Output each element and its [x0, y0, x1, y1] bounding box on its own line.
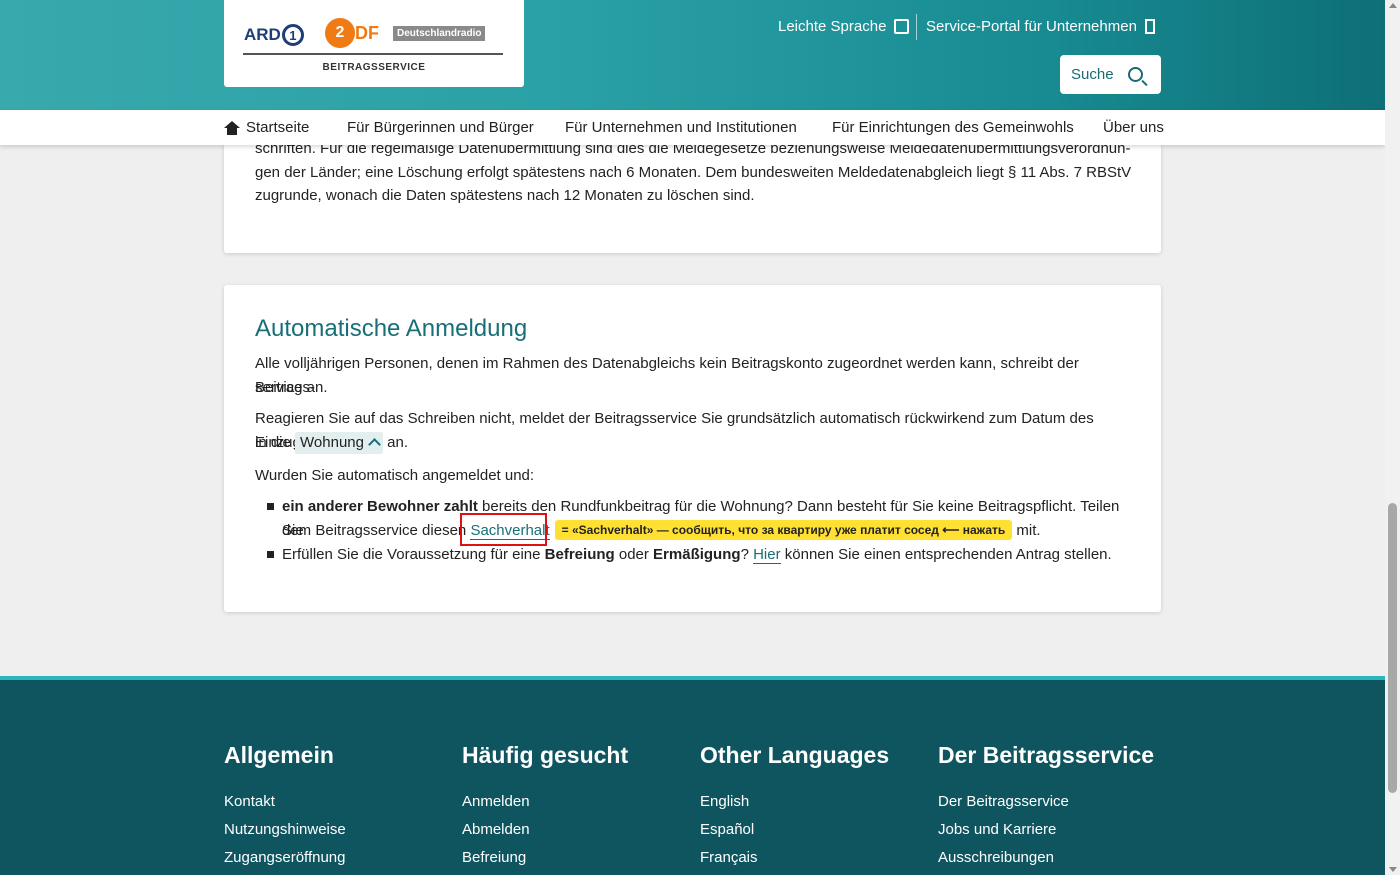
zdf-logo-text: DF [355, 22, 379, 43]
ard-logo-text: ARD [244, 25, 281, 44]
chevron-up-icon [368, 438, 381, 451]
paragraph-1-line-2: service an. [255, 379, 328, 396]
bullet-2-post: können Sie einen entsprechenden Antrag s… [780, 546, 1112, 563]
footer-link-zugangseroeffnung[interactable]: Zugangseröffnung [224, 844, 346, 872]
search-button[interactable]: Suche [1060, 55, 1161, 94]
footer-link-kontakt[interactable]: Kontakt [224, 788, 346, 816]
footer-column-der-beitragsservice: Der Beitragsservice Der Beitragsservice … [938, 742, 1154, 872]
bullet-marker [267, 503, 274, 510]
ard-logo-mark: 1 [281, 24, 304, 46]
page-scrollbar[interactable] [1385, 0, 1400, 875]
footer-link-espanol[interactable]: Español [700, 816, 889, 844]
annotation-note: = «Sachverhalt» — сообщить, что за кварт… [554, 520, 1013, 540]
card1-line-3: zugrunde, wonach die Daten spätestens na… [255, 187, 755, 204]
main-nav: Startseite Für Bürgerinnen und Bürger Fü… [0, 110, 1385, 145]
site-header: ARD 1 2 DF Deutschlandradio BEITRAGSSERV… [0, 0, 1385, 110]
nav-item-label: Startseite [246, 119, 310, 136]
book-icon [894, 19, 910, 34]
footer-link-nutzungshinweise[interactable]: Nutzungshinweise [224, 816, 346, 844]
bullet-2-pre: Erfüllen Sie die Voraussetzung für eine [282, 546, 545, 563]
deutschlandradio-logo: Deutschlandradio [393, 26, 486, 41]
service-portal-link[interactable]: Service-Portal für Unternehmen [926, 18, 1155, 35]
footer-column-allgemein: Allgemein Kontakt Nutzungshinweise Zugan… [224, 742, 346, 872]
paragraph-3: Wurden Sie automatisch angemeldet und: [255, 467, 535, 484]
search-label: Suche [1071, 66, 1114, 83]
content-card-automatische-anmeldung: Automatische Anmeldung Alle volljährigen… [224, 285, 1161, 612]
zdf-logo: 2 DF [325, 18, 379, 48]
nav-item-unternehmen[interactable]: Für Unternehmen und Institutionen [565, 119, 797, 136]
paragraph-2-line-2: in die Wohnung an. [255, 431, 1135, 455]
card1-line-2: gen der Länder; eine Löschung erfolgt sp… [255, 164, 1132, 181]
scroll-up-arrow-icon[interactable] [1389, 3, 1397, 8]
leichte-sprache-label: Leichte Sprache [778, 18, 887, 35]
nav-item-buerger[interactable]: Für Bürgerinnen und Bürger [347, 119, 534, 136]
footer-heading: Allgemein [224, 742, 334, 768]
home-icon [224, 120, 240, 135]
bullet-1-line-2: dem Beitragsservice diesen Sachverhalt = … [282, 519, 1142, 543]
footer-column-other-languages: Other Languages English Español Français [700, 742, 889, 872]
scroll-down-arrow-icon[interactable] [1389, 867, 1397, 872]
footer-link-befreiung[interactable]: Befreiung [462, 844, 628, 872]
site-logo[interactable]: ARD 1 2 DF Deutschlandradio BEITRAGSSERV… [224, 0, 524, 87]
scrollbar-thumb[interactable] [1388, 503, 1397, 793]
site-footer: Allgemein Kontakt Nutzungshinweise Zugan… [0, 676, 1385, 875]
page: ARD 1 2 DF Deutschlandradio BEITRAGSSERV… [0, 0, 1385, 875]
footer-heading: Der Beitragsservice [938, 742, 1155, 768]
highlight-box [460, 513, 547, 546]
glossary-chip-label: Wohnung [300, 434, 364, 451]
footer-heading: Häufig gesucht [462, 742, 629, 768]
section-heading: Automatische Anmeldung [255, 315, 528, 342]
bullet-2-question: ? [740, 546, 754, 563]
footer-link-anmelden[interactable]: Anmelden [462, 788, 628, 816]
bullet-1-bold: ein anderer Bewohner zahlt [282, 498, 478, 515]
bullet-2-ermaessigung: Ermäßigung [653, 546, 741, 563]
hier-link[interactable]: Hier [753, 546, 781, 564]
footer-link-francais[interactable]: Français [700, 844, 889, 872]
door-icon [1144, 19, 1155, 34]
paragraph-2-pre: in die [255, 434, 291, 451]
glossary-chip-wohnung[interactable]: Wohnung [295, 432, 383, 454]
footer-link-jobs[interactable]: Jobs und Karriere [938, 816, 1154, 844]
footer-heading: Other Languages [700, 742, 890, 768]
service-portal-label: Service-Portal für Unternehmen [926, 18, 1137, 35]
bullet-2: Erfüllen Sie die Voraussetzung für eine … [282, 543, 1142, 567]
ard-logo: ARD 1 [244, 24, 304, 46]
footer-link-english[interactable]: English [700, 788, 889, 816]
logo-divider [243, 53, 503, 55]
zdf-logo-mark: 2 [325, 18, 355, 48]
bullet-1-line-2-pre: dem Beitragsservice diesen [282, 522, 471, 539]
nav-item-ueber-uns[interactable]: Über uns [1103, 119, 1164, 136]
search-icon [1127, 67, 1143, 82]
leichte-sprache-link[interactable]: Leichte Sprache [778, 18, 910, 35]
footer-link-abmelden[interactable]: Abmelden [462, 816, 628, 844]
footer-link-ausschreibungen[interactable]: Ausschreibungen [938, 844, 1154, 872]
paragraph-2-post: an. [387, 434, 409, 451]
logo-subtitle: BEITRAGSSERVICE [322, 62, 426, 73]
footer-column-haeufig-gesucht: Häufig gesucht Anmelden Abmelden Befreiu… [462, 742, 628, 872]
bullet-marker [267, 551, 274, 558]
bullet-1-post: mit. [1012, 522, 1041, 539]
nav-item-startseite[interactable]: Startseite [224, 119, 309, 136]
header-separator [916, 14, 917, 40]
bullet-2-befreiung: Befreiung [544, 546, 615, 563]
bullet-2-mid: oder [614, 546, 654, 563]
nav-item-gemeinwohl[interactable]: Für Einrichtungen des Gemeinwohls [832, 119, 1074, 136]
footer-link-der-beitragsservice[interactable]: Der Beitragsservice [938, 788, 1154, 816]
